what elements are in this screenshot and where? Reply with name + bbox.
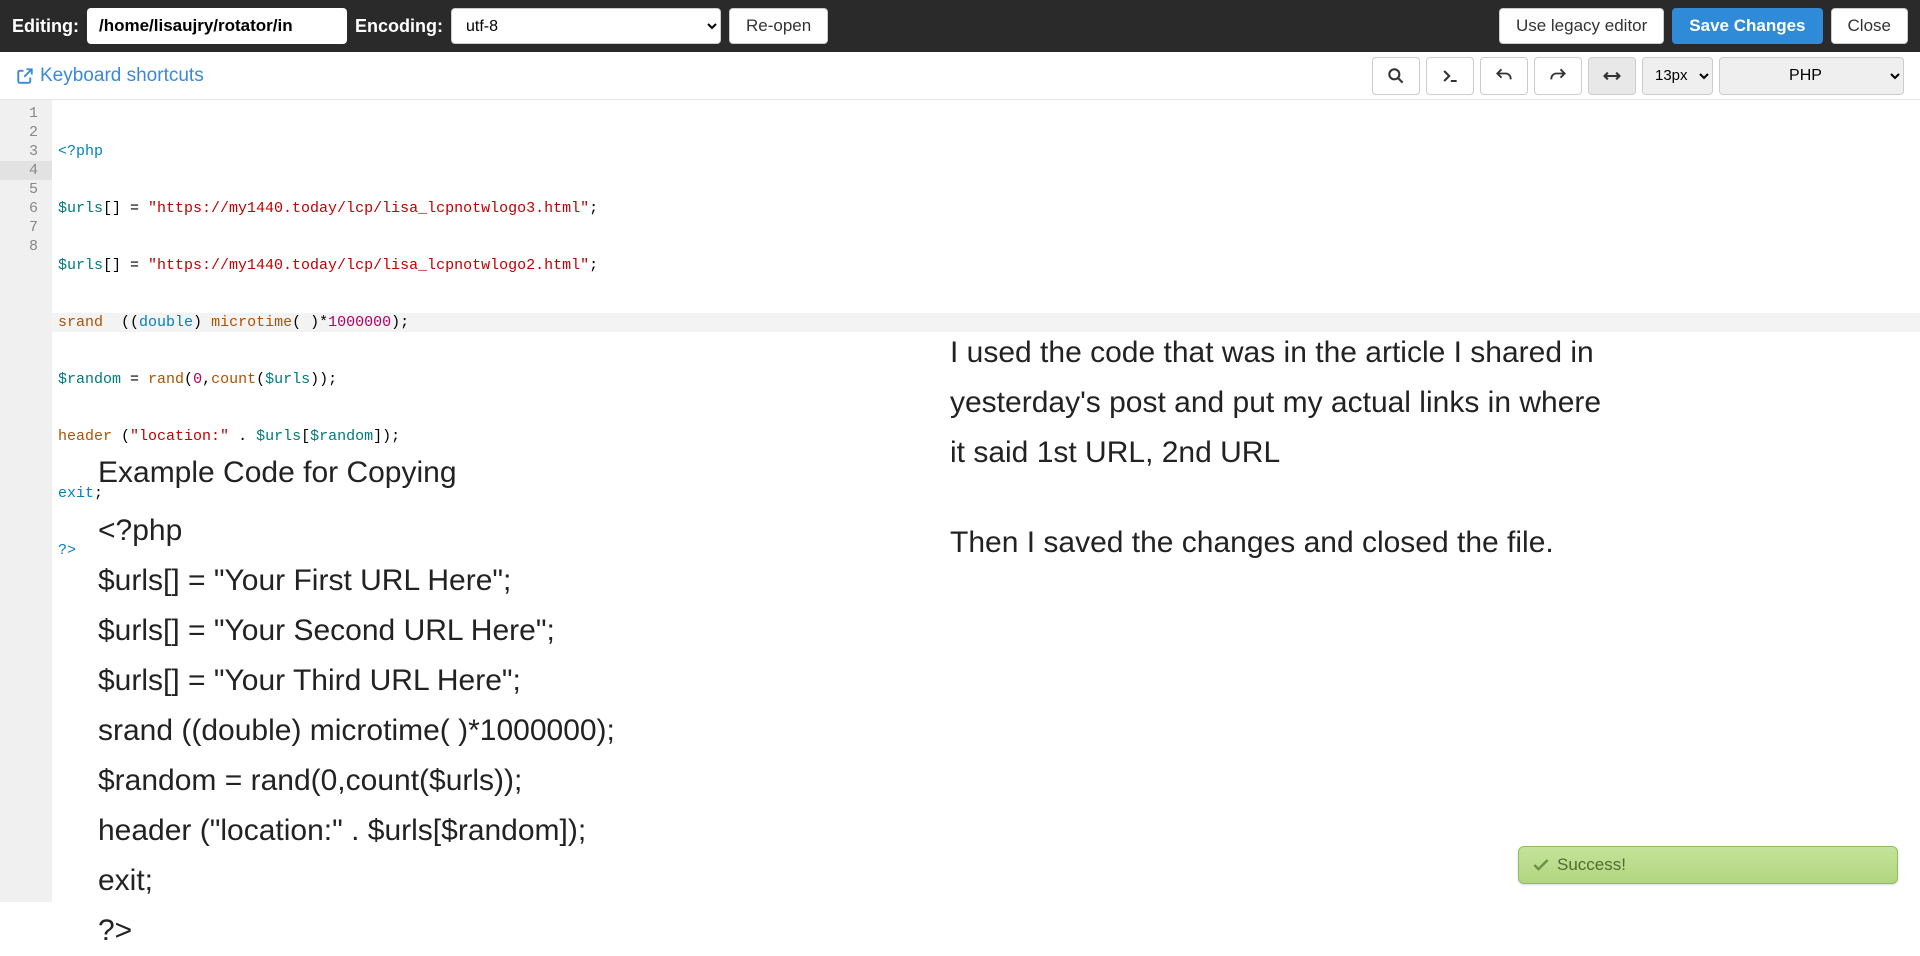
token: double	[139, 314, 193, 331]
line-number: 5	[0, 180, 52, 199]
token: [] =	[103, 200, 148, 217]
line-number: 3	[0, 142, 52, 161]
overlay-line: $urls[] = "Your Second URL Here";	[98, 606, 768, 656]
word-wrap-button[interactable]	[1588, 57, 1636, 95]
legacy-editor-button[interactable]: Use legacy editor	[1499, 8, 1664, 44]
editing-label: Editing:	[12, 16, 79, 37]
overlay-line: ?>	[98, 906, 768, 956]
overlay-line: exit;	[98, 856, 768, 906]
overlay-line: $urls[] = "Your First URL Here";	[98, 556, 768, 606]
overlay-line: <?php	[98, 506, 768, 556]
token: rand	[148, 371, 184, 388]
overlay-heading: Example Code for Copying	[98, 448, 768, 498]
editor-area: 1 2 3 4 5 6 7 8 <?php $urls[] = "https:/…	[0, 100, 1920, 902]
line-number: 6	[0, 199, 52, 218]
save-changes-button[interactable]: Save Changes	[1672, 8, 1822, 44]
filepath-input[interactable]	[87, 8, 347, 44]
token: $urls	[58, 200, 103, 217]
overlay-line: $random = rand(0,count($urls));	[98, 756, 768, 806]
font-size-select[interactable]: 13px	[1642, 57, 1713, 95]
token: (	[256, 371, 265, 388]
example-code-overlay: Example Code for Copying <?php $urls[] =…	[98, 448, 768, 956]
token: )	[193, 314, 211, 331]
token: $urls	[265, 371, 310, 388]
overlay-line: header ("location:" . $urls[$random]);	[98, 806, 768, 856]
overlay-line: $urls[] = "Your Third URL Here";	[98, 656, 768, 706]
token: srand	[58, 314, 103, 331]
token: $random	[310, 428, 373, 445]
token: .	[229, 428, 256, 445]
token: ]);	[373, 428, 400, 445]
success-label: Success!	[1557, 855, 1626, 875]
keyboard-shortcuts-link[interactable]: Keyboard shortcuts	[16, 65, 204, 87]
success-notification: Success!	[1518, 846, 1898, 884]
undo-icon	[1494, 66, 1514, 86]
overlay-line: srand ((double) microtime( )*1000000);	[98, 706, 768, 756]
encoding-label: Encoding:	[355, 16, 443, 37]
token: "location:"	[130, 428, 229, 445]
token: microtime	[211, 314, 292, 331]
token: <?php	[58, 143, 103, 160]
commentary-paragraph: Then I saved the changes and closed the …	[950, 518, 1620, 568]
external-link-icon	[16, 67, 34, 85]
token: exit	[58, 485, 94, 502]
token: [	[301, 428, 310, 445]
redo-button[interactable]	[1534, 57, 1582, 95]
token: ,	[202, 371, 211, 388]
undo-button[interactable]	[1480, 57, 1528, 95]
token: ;	[589, 257, 598, 274]
checkmark-icon	[1531, 855, 1551, 875]
token: );	[391, 314, 409, 331]
token: 1000000	[328, 314, 391, 331]
close-button[interactable]: Close	[1831, 8, 1908, 44]
token: header	[58, 428, 112, 445]
token: $random	[58, 371, 121, 388]
line-number: 8	[0, 237, 52, 256]
token: [] =	[103, 257, 148, 274]
search-icon	[1386, 66, 1406, 86]
secondary-toolbar: Keyboard shortcuts 13px PHP	[0, 52, 1920, 100]
terminal-button[interactable]	[1426, 57, 1474, 95]
line-number: 2	[0, 123, 52, 142]
token: ((	[103, 314, 139, 331]
token: count	[211, 371, 256, 388]
terminal-icon	[1440, 66, 1460, 86]
commentary-overlay: I used the code that was in the article …	[950, 328, 1620, 608]
token: ?>	[58, 542, 76, 559]
line-number: 1	[0, 104, 52, 123]
token: "https://my1440.today/lcp/lisa_lcpnotwlo…	[148, 200, 589, 217]
line-number-gutter: 1 2 3 4 5 6 7 8	[0, 100, 52, 902]
encoding-select[interactable]: utf-8	[451, 8, 721, 44]
token: ;	[589, 200, 598, 217]
token: $urls	[256, 428, 301, 445]
token: ( )*	[292, 314, 328, 331]
redo-icon	[1548, 66, 1568, 86]
reopen-button[interactable]: Re-open	[729, 8, 828, 44]
token: (	[112, 428, 130, 445]
token: (	[184, 371, 193, 388]
token: "https://my1440.today/lcp/lisa_lcpnotwlo…	[148, 257, 589, 274]
search-button[interactable]	[1372, 57, 1420, 95]
token: ));	[310, 371, 337, 388]
token: $urls	[58, 257, 103, 274]
line-number: 4	[0, 161, 52, 180]
line-number: 7	[0, 218, 52, 237]
commentary-paragraph: I used the code that was in the article …	[950, 328, 1620, 478]
token: 0	[193, 371, 202, 388]
token: =	[121, 371, 148, 388]
keyboard-shortcuts-label: Keyboard shortcuts	[40, 65, 204, 87]
arrows-horizontal-icon	[1602, 66, 1622, 86]
top-bar: Editing: Encoding: utf-8 Re-open Use leg…	[0, 0, 1920, 52]
language-select[interactable]: PHP	[1719, 57, 1904, 95]
